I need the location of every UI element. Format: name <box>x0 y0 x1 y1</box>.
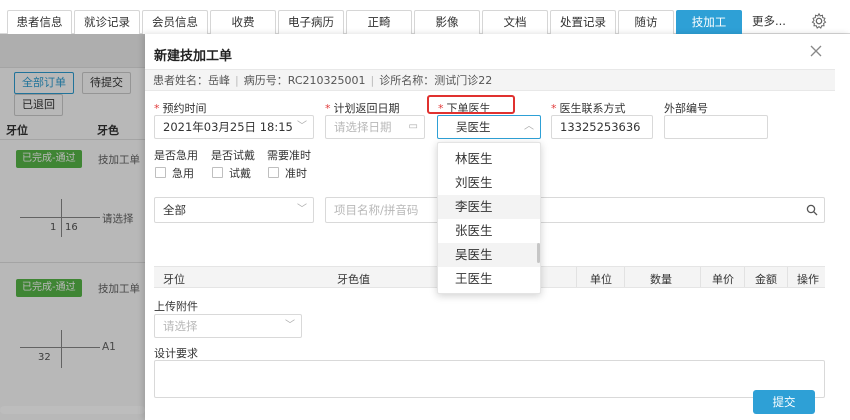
appointment-time-label: 预约时间 <box>154 100 207 116</box>
doctor-option[interactable]: 张医生 <box>438 219 540 243</box>
top-tab-bar: 患者信息 就诊记录 会员信息 收费 电子病历 正畸 影像 文档 处置记录 随访 … <box>0 0 850 34</box>
ontime-checkbox[interactable] <box>268 167 279 178</box>
column-tooth-position: 牙位 <box>163 273 185 286</box>
new-lab-order-modal: 新建技加工单 患者姓名：岳峰 | 病历号：RC210325001 | 诊所名称：测试门诊… <box>145 34 850 420</box>
submit-button[interactable]: 提交 <box>753 390 815 414</box>
patient-info-bar: 患者姓名：岳峰 | 病历号：RC210325001 | 诊所名称：测试门诊22 <box>145 69 835 91</box>
doctor-option[interactable]: 刘医生 <box>438 171 540 195</box>
modal-backdrop[interactable] <box>0 34 145 420</box>
chevron-up-icon: ︿ <box>524 121 534 132</box>
clinic-name: 诊所名称：测试门诊22 <box>379 74 493 87</box>
column-divider <box>787 267 788 287</box>
trial-label: 是否试戴 <box>211 149 255 162</box>
trial-checkbox-label: 试戴 <box>229 167 251 180</box>
upload-select[interactable]: 请选择 ﹀ <box>154 314 302 338</box>
doctor-dropdown: 林医生 刘医生 李医生 张医生 吴医生 王医生 <box>437 142 541 294</box>
design-requirements-textarea[interactable] <box>154 360 825 398</box>
category-select[interactable]: 全部 ﹀ <box>154 197 314 223</box>
doctor-option[interactable]: 林医生 <box>438 147 540 171</box>
doctor-option[interactable]: 李医生 <box>438 195 540 219</box>
doctor-option[interactable]: 王医生 <box>438 267 540 291</box>
appointment-time-value: 2021年03月25日 18:15 <box>163 120 293 134</box>
tab-more[interactable]: 更多... <box>752 10 802 34</box>
horizontal-scrollbar[interactable] <box>0 406 145 414</box>
tab-visit-records[interactable]: 就诊记录 <box>74 10 140 34</box>
appointment-time-select[interactable]: 2021年03月25日 18:15 ﹀ <box>154 115 314 139</box>
upload-placeholder: 请选择 <box>163 319 198 333</box>
calendar-icon: ▭ <box>408 121 418 132</box>
gear-icon[interactable] <box>810 12 828 30</box>
doctor-phone-value: 13325253636 <box>560 120 641 134</box>
design-requirements-label: 设计要求 <box>154 347 198 360</box>
ontime-label: 需要准时 <box>267 149 311 162</box>
tab-follow-up[interactable]: 随访 <box>618 10 674 34</box>
tab-imaging[interactable]: 影像 <box>414 10 480 34</box>
column-tooth-color-value: 牙色值 <box>337 273 370 286</box>
highlight-box <box>427 95 515 114</box>
item-search-input[interactable]: 项目名称/拼音码 <box>325 197 825 223</box>
ordering-doctor-select[interactable]: 吴医生 ︿ <box>437 115 541 139</box>
ordering-doctor-value: 吴医生 <box>456 120 491 134</box>
return-date-placeholder: 请选择日期 <box>334 120 392 134</box>
external-number-input[interactable] <box>664 115 768 139</box>
urgent-checkbox[interactable] <box>155 167 166 178</box>
column-unit: 单位 <box>590 273 612 286</box>
tab-orthodontics[interactable]: 正畸 <box>346 10 412 34</box>
column-divider <box>624 267 625 287</box>
doctor-option-selected[interactable]: 吴医生 <box>438 243 540 267</box>
column-actions: 操作 <box>797 273 819 286</box>
record-number: 病历号：RC210325001 <box>243 74 366 87</box>
tab-patient-info[interactable]: 患者信息 <box>7 10 72 34</box>
upload-label: 上传附件 <box>154 300 198 313</box>
tab-charges[interactable]: 收费 <box>210 10 276 34</box>
column-divider <box>744 267 745 287</box>
external-number-label: 外部编号 <box>664 102 708 115</box>
tab-lab-work[interactable]: 技加工 <box>676 10 742 34</box>
close-icon[interactable] <box>807 42 825 60</box>
column-quantity: 数量 <box>650 273 672 286</box>
tab-documents[interactable]: 文档 <box>482 10 548 34</box>
return-date-picker[interactable]: 请选择日期 ▭ <box>325 115 425 139</box>
tab-treatment-records[interactable]: 处置记录 <box>550 10 616 34</box>
patient-name: 患者姓名：岳峰 <box>153 74 230 87</box>
category-select-value: 全部 <box>163 203 186 217</box>
column-amount: 金额 <box>755 273 777 286</box>
modal-title: 新建技加工单 <box>154 49 233 64</box>
column-unit-price: 单价 <box>712 273 734 286</box>
search-icon[interactable] <box>806 204 818 216</box>
item-search-placeholder: 项目名称/拼音码 <box>334 203 419 217</box>
return-date-label: 计划返回日期 <box>325 100 400 116</box>
urgent-checkbox-label: 急用 <box>172 167 194 180</box>
doctor-phone-input[interactable]: 13325253636 <box>551 115 653 139</box>
ontime-checkbox-label: 准时 <box>285 167 307 180</box>
column-divider <box>576 267 577 287</box>
dropdown-scrollbar[interactable] <box>537 243 540 263</box>
chevron-down-icon: ﹀ <box>285 320 295 331</box>
tab-member-info[interactable]: 会员信息 <box>142 10 208 34</box>
chevron-down-icon: ﹀ <box>297 204 307 215</box>
trial-checkbox[interactable] <box>212 167 223 178</box>
urgent-label: 是否急用 <box>154 149 198 162</box>
chevron-down-icon: ﹀ <box>297 121 307 132</box>
column-divider <box>700 267 701 287</box>
doctor-contact-label: 医生联系方式 <box>551 100 626 116</box>
tab-emr[interactable]: 电子病历 <box>278 10 344 34</box>
